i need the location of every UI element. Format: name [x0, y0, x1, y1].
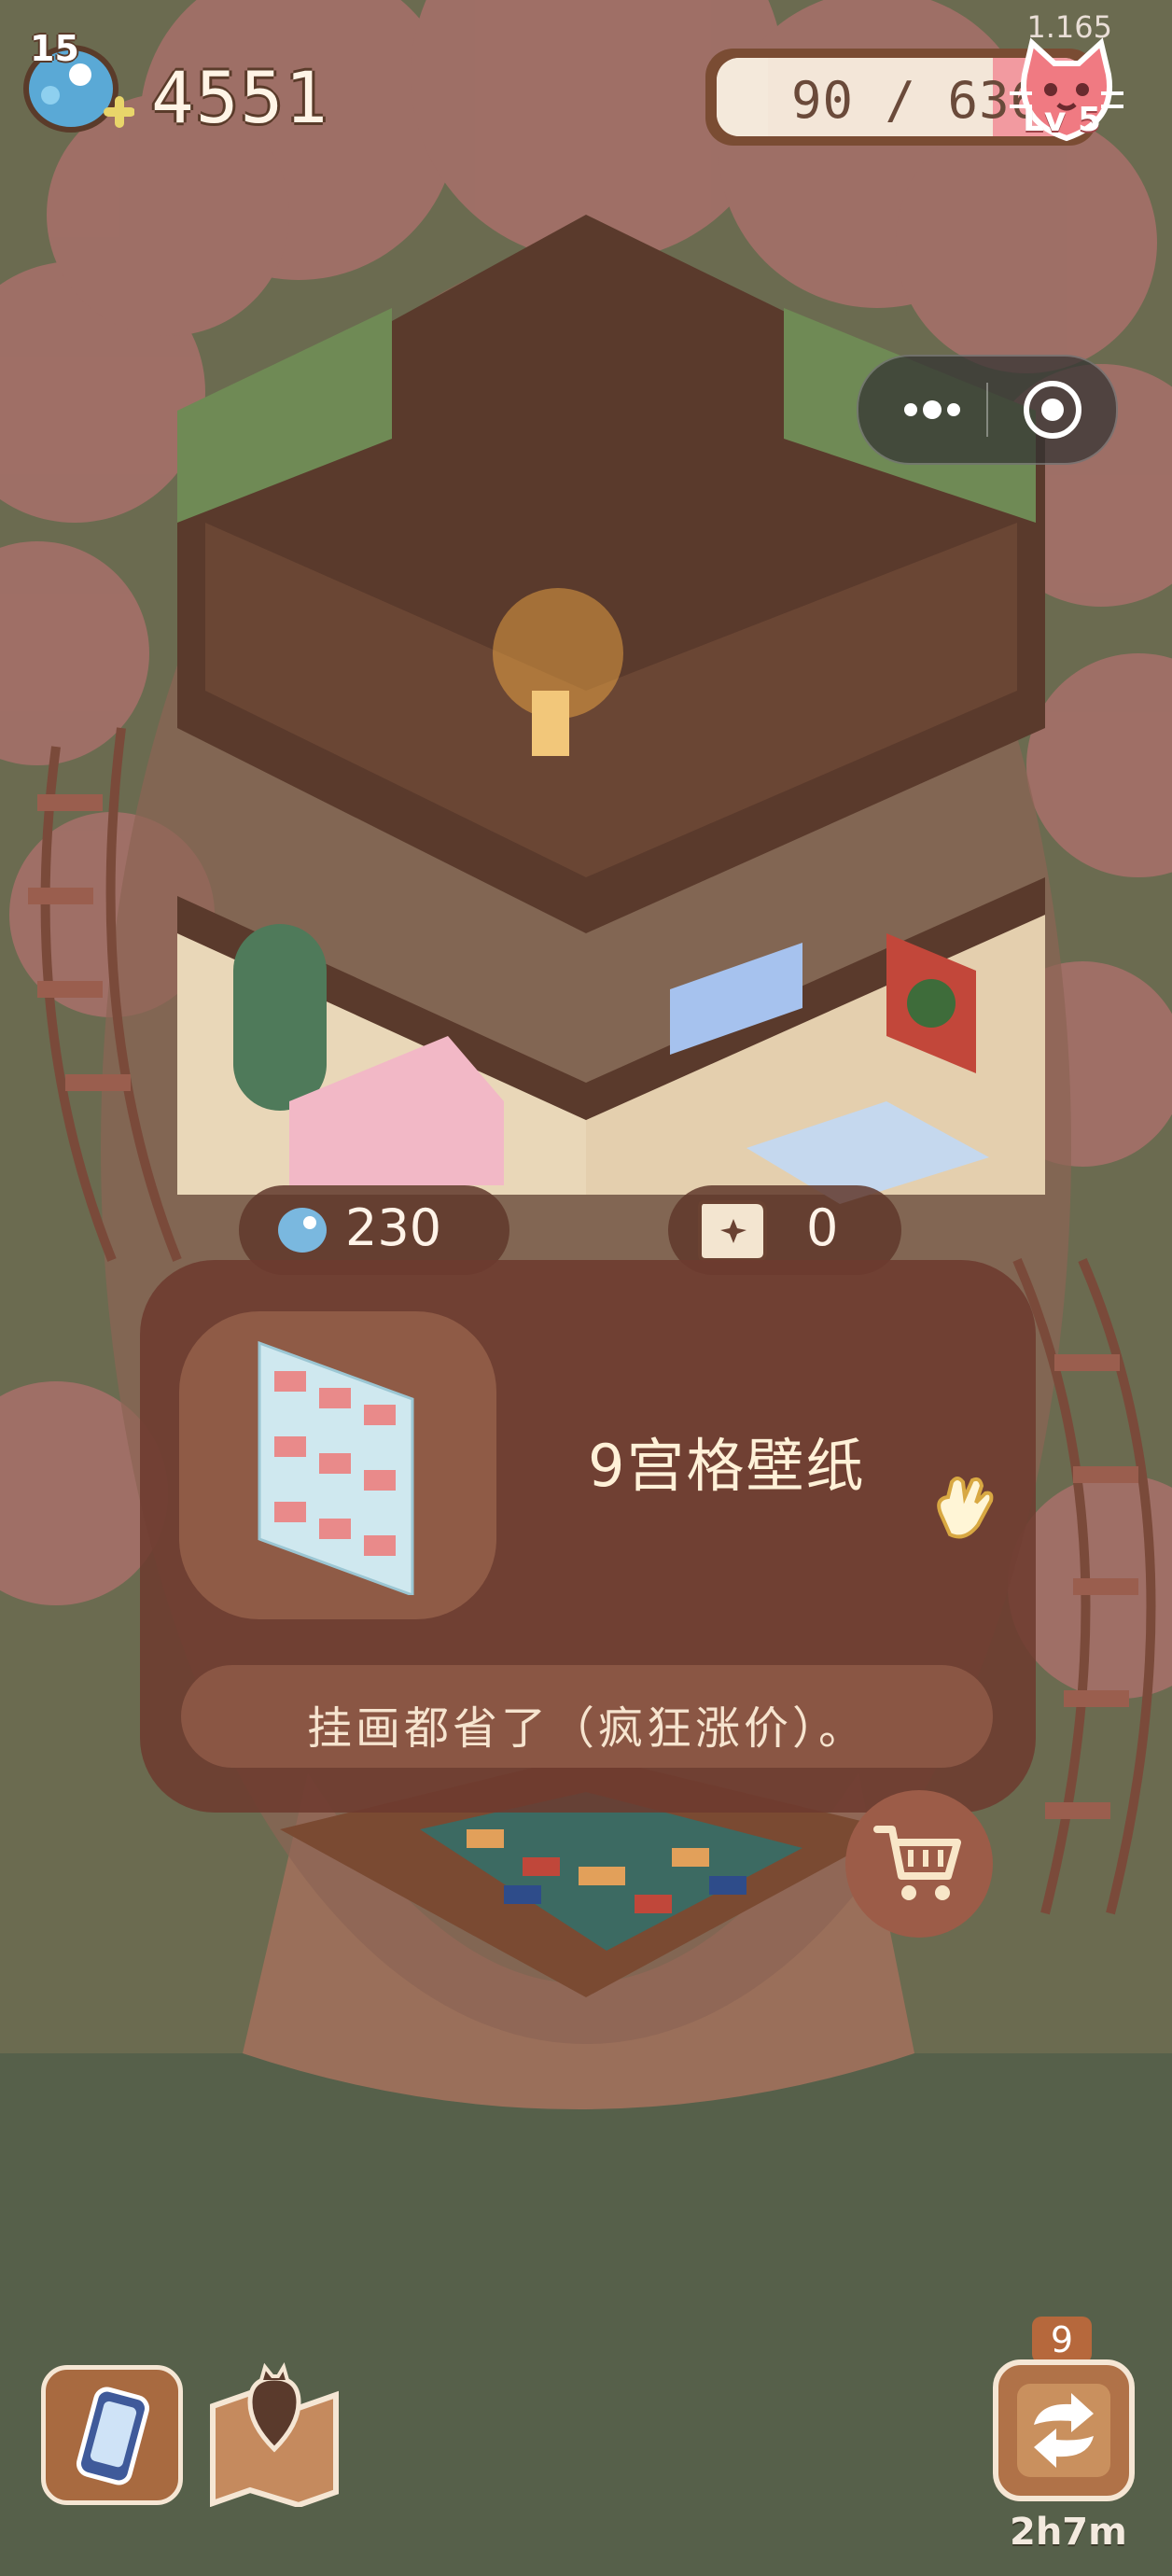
phone-button[interactable] — [41, 2365, 183, 2505]
more-dots-icon[interactable] — [877, 370, 987, 450]
coin-counter[interactable]: 15 4551 — [22, 28, 358, 149]
capsule-divider — [986, 383, 988, 437]
scroll-map-icon — [698, 1200, 767, 1262]
map-button[interactable] — [203, 2359, 345, 2507]
xp-text: 90 / 636 — [791, 71, 1042, 130]
shop-cart-button[interactable] — [845, 1790, 993, 1938]
map-amount: 0 — [806, 1198, 839, 1257]
refresh-count-badge: 9 — [1032, 2317, 1092, 2363]
item-name: 9宫格壁纸 — [588, 1432, 866, 1500]
fish-amount: 230 — [345, 1198, 442, 1257]
cat-level: Lv 5 — [1023, 101, 1101, 139]
target-close-icon[interactable] — [1006, 370, 1099, 450]
item-thumbnail — [179, 1311, 496, 1619]
refresh-icon — [1017, 2384, 1110, 2477]
phone-icon — [76, 2387, 150, 2485]
item-description: 挂画都省了（疯狂涨价）。 — [306, 1702, 867, 1755]
coin-amount: 4551 — [151, 56, 330, 139]
xp-fill — [717, 58, 769, 136]
cart-icon — [873, 1826, 961, 1900]
wave-hand-icon[interactable] — [924, 1471, 998, 1546]
refresh-button[interactable] — [993, 2359, 1135, 2501]
coin-level: 15 — [30, 28, 79, 69]
refresh-timer: 2h7m — [1010, 2511, 1127, 2554]
item-description-bar: 挂画都省了（疯狂涨价）。 — [181, 1665, 993, 1768]
miniprogram-capsule — [857, 355, 1118, 465]
fish-icon — [278, 1208, 327, 1253]
grid-wallpaper-icon — [258, 1340, 414, 1595]
item-card[interactable]: 9宫格壁纸 挂画都省了（疯狂涨价）。 — [140, 1260, 1036, 1813]
